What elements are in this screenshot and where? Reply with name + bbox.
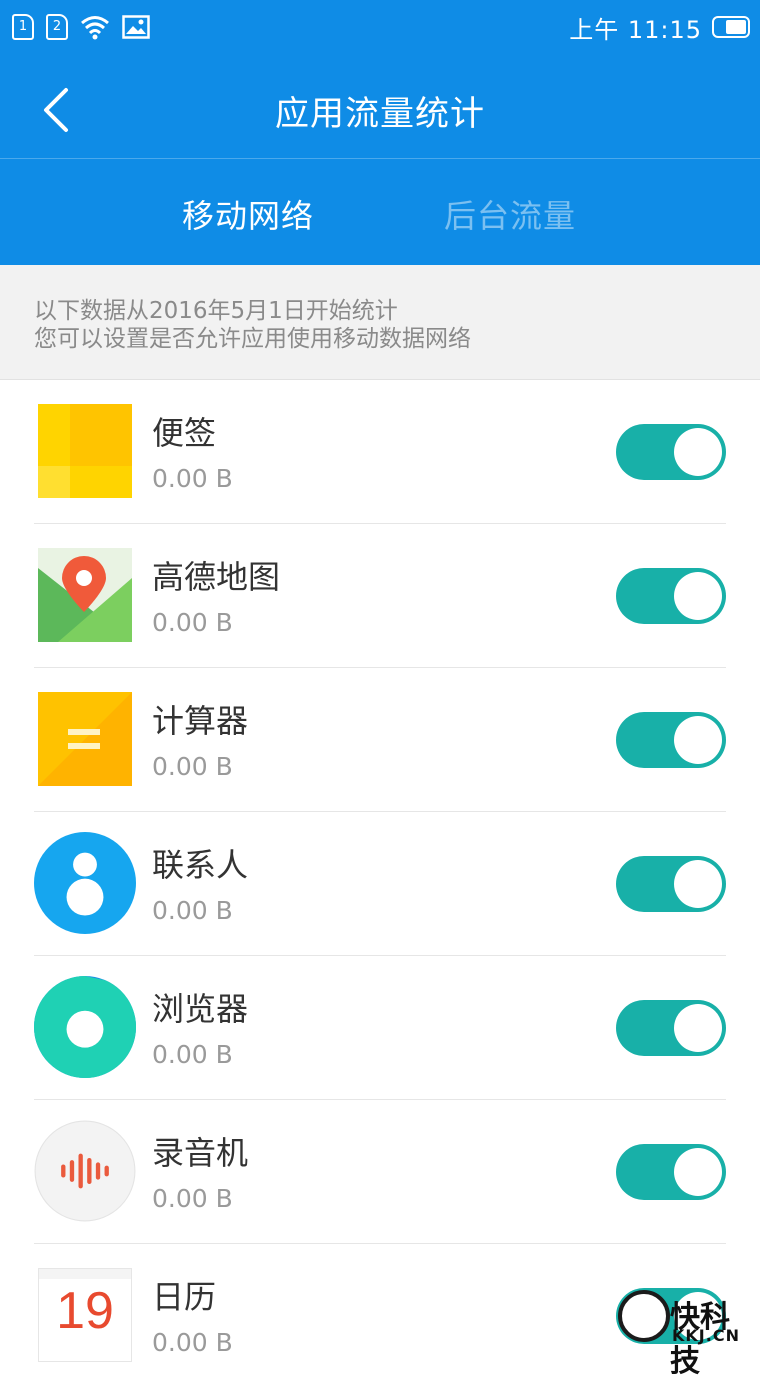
app-usage: 0.00 B: [152, 608, 233, 637]
status-bar: 1 2 上午 11:15: [0, 0, 760, 56]
watermark-logo: 快科技 KKJ.CN: [618, 1288, 756, 1379]
app-header: 1 2 上午 11:15 应用流量统计 移动网络 后台流量: [0, 0, 760, 265]
sim1-icon: 1: [12, 14, 34, 40]
calendar-day: 19: [56, 1282, 114, 1340]
app-usage: 0.00 B: [152, 1184, 233, 1213]
app-name: 联系人: [152, 846, 249, 884]
mobile-data-toggle[interactable]: [616, 424, 726, 480]
mobile-data-toggle[interactable]: [616, 1144, 726, 1200]
notice-line-2: 您可以设置是否允许应用使用移动数据网络: [34, 326, 471, 352]
browser-icon: [34, 976, 136, 1078]
image-notification-icon: [122, 15, 150, 39]
wifi-icon: [81, 16, 109, 40]
app-name: 便签: [152, 414, 217, 452]
mobile-data-toggle[interactable]: [616, 712, 726, 768]
page-title: 应用流量统计: [275, 94, 485, 134]
contacts-icon: [34, 832, 136, 934]
app-name: 浏览器: [152, 990, 249, 1028]
sim2-icon: 2: [46, 14, 68, 40]
app-usage: 0.00 B: [152, 1328, 233, 1357]
info-notice: 以下数据从2016年5月1日开始统计 您可以设置是否允许应用使用移动数据网络: [0, 265, 760, 380]
tab-bar: 移动网络 后台流量: [0, 159, 760, 265]
app-usage: 0.00 B: [152, 464, 233, 493]
list-item: 联系人 0.00 B: [0, 812, 760, 956]
map-icon: [38, 548, 132, 642]
app-name: 日历: [152, 1278, 217, 1316]
mobile-data-toggle[interactable]: [616, 568, 726, 624]
recorder-icon: [34, 1120, 136, 1222]
list-item: 录音机 0.00 B: [0, 1100, 760, 1244]
app-list: 便签 0.00 B 高德地图 0.00 B 计算器 0.00 B 联系人 0.0…: [0, 380, 760, 1388]
mobile-data-toggle[interactable]: [616, 1000, 726, 1056]
list-item: 便签 0.00 B: [0, 380, 760, 524]
list-item: 高德地图 0.00 B: [0, 524, 760, 668]
notes-icon: [38, 404, 132, 498]
watermark-badge-icon: [618, 1290, 670, 1342]
calculator-icon: [38, 692, 132, 786]
tab-mobile-network[interactable]: 移动网络: [182, 191, 314, 237]
mobile-data-toggle[interactable]: [616, 856, 726, 912]
list-item: 计算器 0.00 B: [0, 668, 760, 812]
app-name: 录音机: [152, 1134, 249, 1172]
battery-icon: [712, 16, 750, 38]
app-name: 计算器: [152, 702, 249, 740]
tab-background-traffic[interactable]: 后台流量: [444, 191, 576, 237]
title-bar: 应用流量统计: [0, 56, 760, 158]
watermark-subtext: KKJ.CN: [672, 1326, 740, 1345]
calendar-icon: 19: [38, 1268, 132, 1362]
app-name: 高德地图: [152, 558, 281, 596]
app-usage: 0.00 B: [152, 1040, 233, 1069]
list-item: 浏览器 0.00 B: [0, 956, 760, 1100]
app-usage: 0.00 B: [152, 752, 233, 781]
app-usage: 0.00 B: [152, 896, 233, 925]
status-time: 上午 11:15: [569, 15, 702, 44]
